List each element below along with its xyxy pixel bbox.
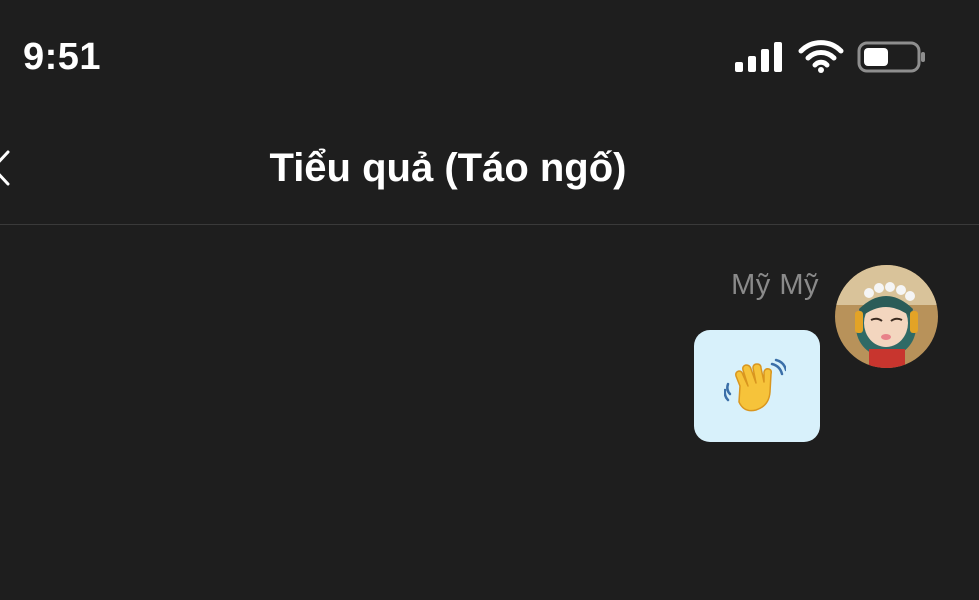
chat-title: Tiểu quả (Táo ngố) xyxy=(269,146,627,190)
battery-icon xyxy=(857,41,925,73)
sender-name: Mỹ Mỹ xyxy=(731,269,819,301)
message-bubble[interactable] xyxy=(694,330,820,442)
nav-bar: Tiểu quả (Táo ngố) xyxy=(0,110,979,225)
avatar-icon xyxy=(835,265,938,368)
status-time: 9:51 xyxy=(23,36,102,78)
wifi-icon xyxy=(798,40,844,73)
avatar[interactable] xyxy=(835,265,938,368)
cellular-signal-icon xyxy=(735,42,782,72)
message-list[interactable]: Mỹ Mỹ xyxy=(0,225,979,600)
waving-hand-icon xyxy=(724,358,786,412)
status-bar: 9:51 xyxy=(0,0,979,110)
